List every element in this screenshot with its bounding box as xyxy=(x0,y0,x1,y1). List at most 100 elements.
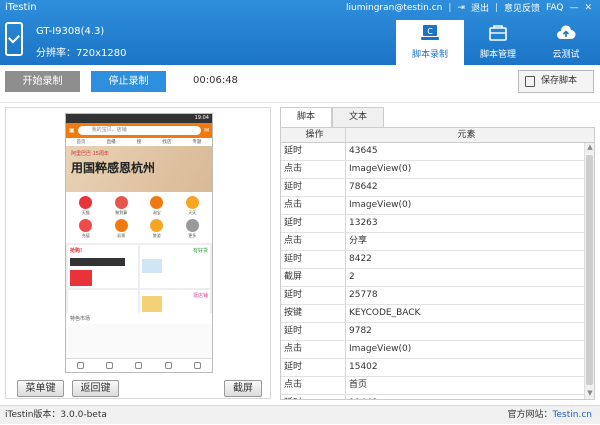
script-table: 操作 元素 延时 43645 点击 ImageView(0) 延时 78642 点击 Imag… xyxy=(280,127,595,400)
column-header-element[interactable]: 元素 xyxy=(346,128,584,142)
phone-app-icon: 聚划算 xyxy=(104,196,140,216)
phone-app-icon: 彩票 xyxy=(104,219,140,239)
phone-tabs: 首页 直播 搜 找店 专题 xyxy=(66,138,212,146)
screenshot-button[interactable]: 截屏 xyxy=(224,380,262,397)
table-row[interactable]: 延时 9782 xyxy=(281,323,594,341)
banner-title: 用国粹感恩杭州 xyxy=(71,161,156,175)
header: iTestin liumingran@testin.cn | ⇥ 退出 | 意见… xyxy=(0,0,600,65)
feedback-link[interactable]: 意见反馈 xyxy=(504,1,540,14)
app-circle-icon xyxy=(150,196,164,209)
save-script-button[interactable]: 保存脚本 xyxy=(518,70,594,93)
save-script-label: 保存脚本 xyxy=(541,76,578,86)
stop-record-button[interactable]: 停止录制 xyxy=(91,71,166,92)
cell-action: 点击 xyxy=(281,233,346,250)
separator: | xyxy=(494,2,498,13)
script-manage-icon xyxy=(489,25,507,41)
promo-image xyxy=(142,296,162,312)
start-record-button[interactable]: 开始录制 xyxy=(5,71,80,92)
cell-action: 延时 xyxy=(281,215,346,232)
table-row[interactable]: 延时 13263 xyxy=(281,215,594,233)
scan-icon: ▣ xyxy=(69,127,75,134)
cell-action: 点击 xyxy=(281,197,346,214)
phone-app-icon: 充值 xyxy=(68,219,104,239)
table-row[interactable]: 延时 78642 xyxy=(281,179,594,197)
app-label: 聚划算 xyxy=(115,210,128,215)
cell-action: 点击 xyxy=(281,377,346,394)
faq-link[interactable]: FAQ xyxy=(546,3,563,13)
table-row[interactable]: 延时 8422 xyxy=(281,251,594,269)
promo-label: 抢购! xyxy=(70,248,83,254)
device-name: GT-I9308(4.3) xyxy=(36,26,105,37)
tab-cloud-test[interactable]: 云测试 xyxy=(532,20,600,65)
tab-script-manage[interactable]: 脚本管理 xyxy=(464,20,532,65)
table-scrollbar[interactable]: ▲ ▼ xyxy=(584,143,594,399)
app-circle-icon xyxy=(114,196,128,209)
promo-image xyxy=(70,270,92,286)
cell-action: 延时 xyxy=(281,359,346,376)
website-link[interactable]: Testin.cn xyxy=(553,410,592,420)
table-row[interactable]: 延时 15402 xyxy=(281,359,594,377)
phone-tab: 搜 xyxy=(136,140,142,145)
app-circle-icon xyxy=(114,219,128,232)
table-row[interactable]: 按键 KEYCODE_BACK xyxy=(281,305,594,323)
phone-bottom-nav xyxy=(66,358,212,372)
phone-banner: 阿里巴巴 15周年 用国粹感恩杭州 xyxy=(66,146,212,192)
cell-element: 8422 xyxy=(349,254,372,264)
tab-label: 云测试 xyxy=(552,50,580,60)
minimize-icon[interactable]: — xyxy=(569,3,578,13)
phone-icon-grid: 天猫 聚划算 淘宝 天天 充值 彩票 旅游 更多 xyxy=(66,192,212,243)
scroll-up-icon[interactable]: ▲ xyxy=(585,143,594,153)
cell-action: 延时 xyxy=(281,395,346,399)
app-circle-icon xyxy=(185,219,199,232)
table-row[interactable]: 点击 分享 xyxy=(281,233,594,251)
table-row[interactable]: 延时11448 xyxy=(281,395,594,399)
table-row[interactable]: 截屏 2 xyxy=(281,269,594,287)
home-icon xyxy=(77,362,85,369)
phone-search-bar: ▣ 我的宝贝，店铺 ✉ xyxy=(66,123,212,138)
table-row[interactable]: 点击 首页 xyxy=(281,377,594,395)
cell-element: ImageView(0) xyxy=(349,344,412,354)
app-label: 彩票 xyxy=(117,233,126,238)
feed-icon xyxy=(106,362,114,369)
cell-action: 延时 xyxy=(281,143,346,160)
table-row[interactable]: 延时 43645 xyxy=(281,143,594,161)
menu-key-button[interactable]: 菜单键 xyxy=(17,380,64,397)
cell-action: 延时 xyxy=(281,251,346,268)
close-icon[interactable]: ✕ xyxy=(584,3,592,13)
user-account-link[interactable]: liumingran@testin.cn xyxy=(346,3,442,13)
tab-label: 脚本录制 xyxy=(411,50,448,60)
cell-element: 25778 xyxy=(349,290,378,300)
cell-element: 13263 xyxy=(349,218,378,228)
table-row[interactable]: 点击 ImageView(0) xyxy=(281,197,594,215)
promo-label: 有好货 xyxy=(192,248,208,254)
tab-script[interactable]: 脚本 xyxy=(280,107,332,127)
table-row[interactable]: 点击 ImageView(0) xyxy=(281,341,594,359)
logout-link[interactable]: 退出 xyxy=(471,1,489,14)
tab-record-script[interactable]: C 脚本录制 xyxy=(396,20,464,65)
device-screen[interactable]: 19:04 ▣ 我的宝贝，店铺 ✉ 首页 直播 搜 找店 专题 阿里巴巴 15周… xyxy=(65,113,213,373)
main-nav: C 脚本录制 脚本管理 云测试 xyxy=(396,20,600,65)
tab-text[interactable]: 文本 xyxy=(332,107,384,127)
table-row[interactable]: 点击 ImageView(0) xyxy=(281,161,594,179)
logout-icon[interactable]: ⇥ xyxy=(457,3,465,13)
cell-action: 截屏 xyxy=(281,269,346,286)
column-header-action[interactable]: 操作 xyxy=(281,128,346,142)
cell-element: 15402 xyxy=(349,362,378,372)
back-key-button[interactable]: 返回键 xyxy=(72,380,119,397)
record-script-icon: C xyxy=(421,25,439,40)
app-label: 淘宝 xyxy=(152,210,161,215)
tab-label: 脚本管理 xyxy=(479,50,516,60)
app-circle-icon xyxy=(79,196,93,209)
script-tabs: 脚本 文本 xyxy=(280,107,595,127)
cell-element: 11448 xyxy=(346,395,584,399)
phone-app-icon: 天天 xyxy=(175,196,211,216)
phone-search-box: 我的宝贝，店铺 xyxy=(77,126,201,135)
table-row[interactable]: 延时 25778 xyxy=(281,287,594,305)
top-links: liumingran@testin.cn | ⇥ 退出 | 意见反馈 FAQ —… xyxy=(346,1,592,15)
scrollbar-thumb[interactable] xyxy=(586,155,593,385)
device-screen-panel: 19:04 ▣ 我的宝贝，店铺 ✉ 首页 直播 搜 找店 专题 阿里巴巴 15周… xyxy=(5,107,271,399)
website-label: 官方网站： xyxy=(507,410,553,420)
scroll-down-icon[interactable]: ▼ xyxy=(585,389,594,399)
device-resolution: 分辨率：720x1280 xyxy=(36,48,127,59)
record-timer: 00:06:48 xyxy=(193,75,238,86)
